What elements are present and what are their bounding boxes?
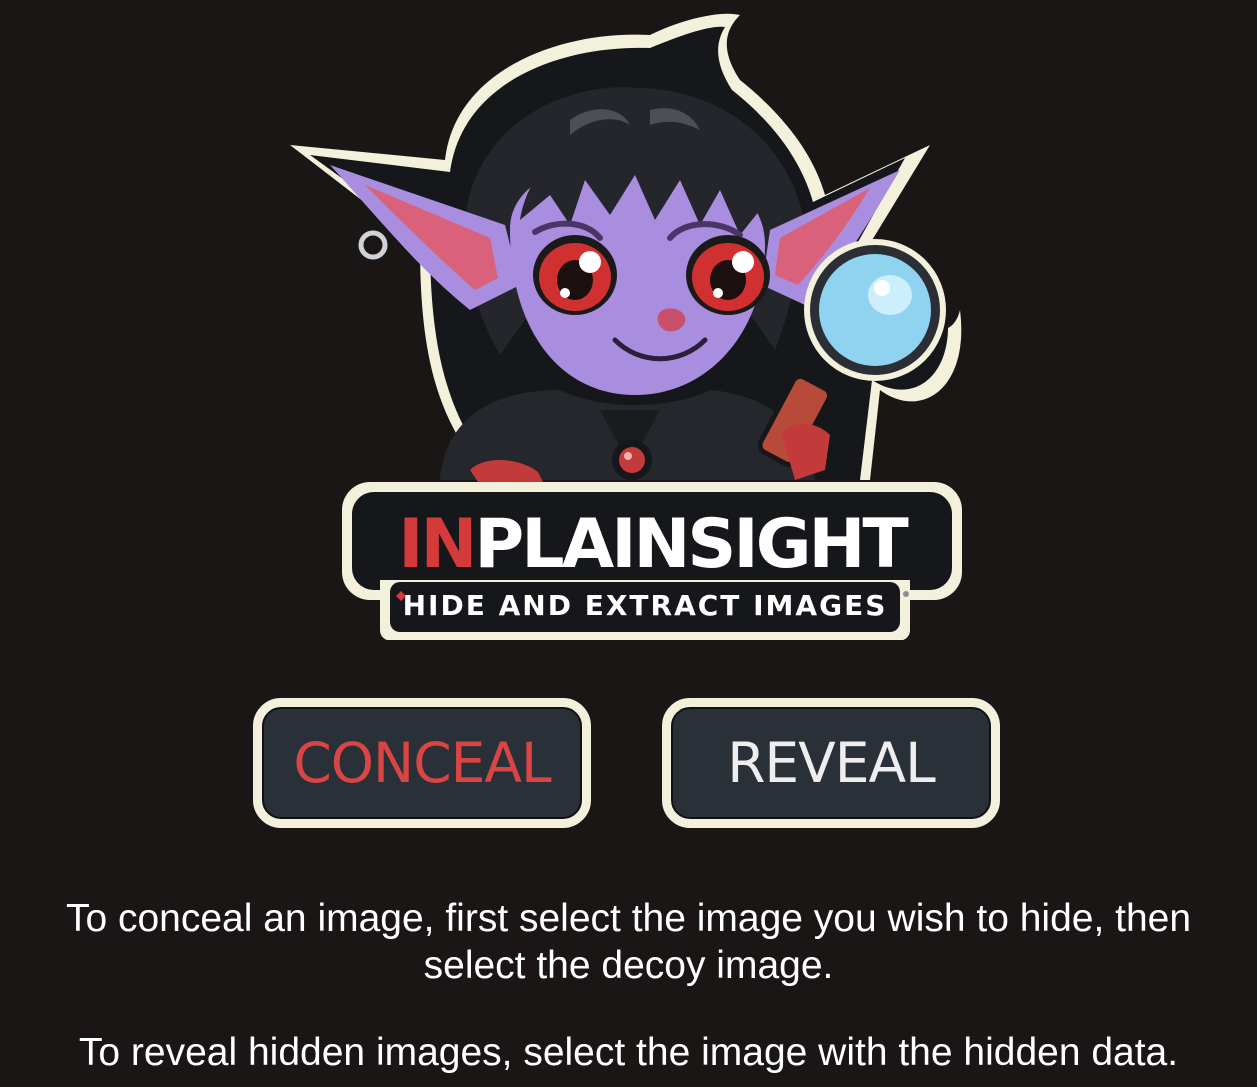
reveal-instructions: To reveal hidden images, select the imag… (78, 1031, 1179, 1074)
action-buttons: CONCEAL REVEAL (0, 698, 1257, 830)
logo-title-red: IN (398, 505, 474, 584)
conceal-button-label: CONCEAL (293, 731, 551, 795)
title-banner: INPLAINSIGHT HIDE AND EXTRACT IMAGES (342, 482, 962, 640)
instructions: To conceal an image, first select the im… (20, 895, 1237, 1076)
svg-text:INPLAINSIGHT: INPLAINSIGHT (398, 505, 909, 584)
logo-title-white: PLAINSIGHT (474, 505, 909, 584)
reveal-button-label: REVEAL (727, 731, 936, 795)
conceal-button[interactable]: CONCEAL (253, 698, 591, 828)
app-page: INPLAINSIGHT HIDE AND EXTRACT IMAGES CON… (0, 0, 1257, 1087)
inplainsight-logo: INPLAINSIGHT HIDE AND EXTRACT IMAGES (270, 10, 990, 640)
reveal-button[interactable]: REVEAL (662, 698, 1000, 828)
goblin-mascot-illustration (290, 13, 962, 505)
conceal-instructions: To conceal an image, first select the im… (65, 897, 1192, 987)
logo-subtitle: HIDE AND EXTRACT IMAGES (403, 589, 888, 622)
